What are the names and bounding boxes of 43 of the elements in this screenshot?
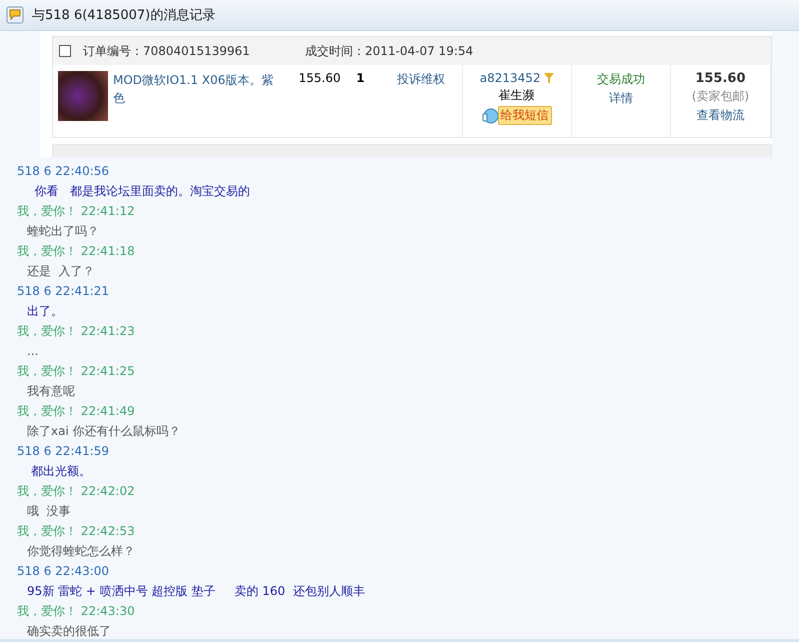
- checkbox[interactable]: [59, 45, 71, 57]
- message-header: 我，爱你！ 22:41:18: [17, 243, 136, 260]
- complaint-link[interactable]: 投诉维权: [396, 72, 445, 86]
- trade-status: 交易成功: [596, 71, 645, 88]
- window-title: 与518 6(4185007)的消息记录: [32, 7, 216, 24]
- message-text: 除了xai 你还有什么鼠标吗？: [26, 423, 182, 440]
- message-text: 还是 入了？: [26, 263, 96, 280]
- message-text: 确实卖的很低了: [26, 623, 112, 639]
- seller-name: 崔生濒: [498, 87, 535, 104]
- unit-price: 155.60: [298, 71, 341, 85]
- item-link[interactable]: MOD微软IO1.1 X06版本。紫色: [113, 71, 284, 137]
- details-link[interactable]: 详情: [608, 90, 633, 107]
- message-header: 我，爱你！ 22:42:02: [17, 483, 136, 500]
- message-text: ...: [26, 343, 40, 360]
- total-price: 155.60: [695, 71, 746, 86]
- message-text: 你看 都是我论坛里面卖的。淘宝交易的: [34, 183, 252, 200]
- message-header: 518 6 22:41:59: [17, 443, 110, 460]
- message-header: 518 6 22:40:56: [17, 163, 110, 180]
- message-text: 哦 没事: [26, 503, 72, 520]
- message-header: 我，爱你！ 22:41:49: [17, 403, 136, 420]
- shipping-note: (卖家包邮): [692, 88, 750, 105]
- deal-time: 成交时间：2011-04-07 19:54: [305, 42, 474, 60]
- message-header: 我，爱你！ 22:41:12: [17, 203, 136, 220]
- message-text: 都出光额。: [30, 463, 92, 480]
- message-text: 出了。: [26, 303, 64, 320]
- message-text: 你觉得蝰蛇怎么样？: [26, 543, 136, 560]
- logistics-link[interactable]: 查看物流: [696, 107, 744, 124]
- quantity: 1: [356, 71, 365, 85]
- seller-id-link[interactable]: a8213452: [480, 71, 541, 85]
- funnel-icon: [544, 72, 554, 84]
- message-button[interactable]: 给我短信: [498, 106, 552, 125]
- message-header: 我，爱你！ 22:43:30: [17, 603, 136, 620]
- message-header: 我，爱你！ 22:41:25: [17, 363, 136, 380]
- message-header: 518 6 22:43:00: [17, 563, 110, 580]
- message-text: 我有意呢: [26, 383, 76, 400]
- message-text: 95新 雷蛇 + 喷洒中号 超控版 垫子 卖的 160 还包别人顺丰: [26, 583, 366, 600]
- order-number: 订单编号：70804015139961: [83, 42, 251, 60]
- message-header: 我，爱你！ 22:41:23: [17, 323, 136, 340]
- chat-bubble-icon: [6, 6, 24, 24]
- photo-placeholder: [58, 71, 108, 121]
- message-text: 蝰蛇出了吗？: [26, 223, 100, 240]
- message-header: 我，爱你！ 22:42:53: [17, 523, 136, 540]
- message-header: 518 6 22:41:21: [17, 283, 110, 300]
